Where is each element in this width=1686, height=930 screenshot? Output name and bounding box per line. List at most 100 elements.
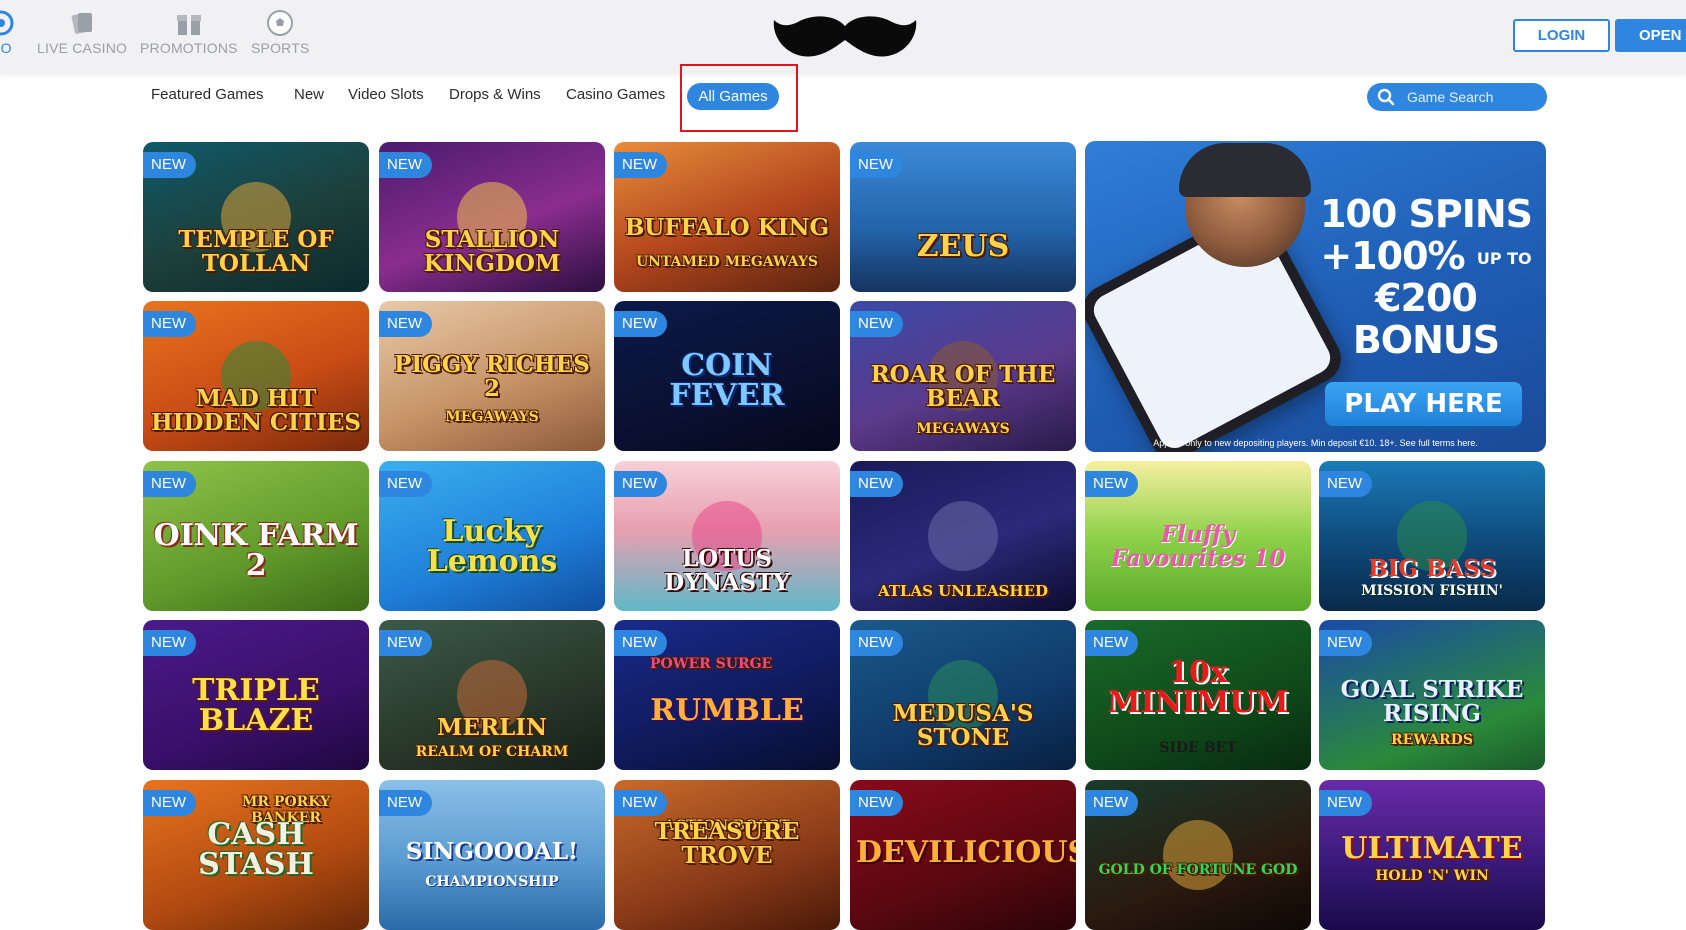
game-title: DEVILICIOUS	[856, 835, 1076, 870]
new-badge: NEW	[850, 630, 903, 656]
game-subtitle: MEGAWAYS	[916, 421, 1010, 437]
game-title: Fluffy Favourites 10	[1110, 521, 1286, 572]
game-tile-ultimate-hold-n-win[interactable]: NEW ULTIMATE HOLD 'N' WIN	[1319, 780, 1545, 930]
promo-banner[interactable]: 100 SPINS +100% UP TO €200 BONUS PLAY HE…	[1085, 141, 1546, 452]
new-badge: NEW	[1085, 790, 1138, 816]
tab-video-slots[interactable]: Video Slots	[348, 86, 424, 106]
nav-sports-label: SPORTS	[251, 40, 310, 56]
game-title: STALLION KINGDOM	[423, 226, 561, 277]
new-badge: NEW	[614, 790, 667, 816]
game-title: TEMPLE OF TOLLAN	[178, 226, 334, 277]
game-title: SINGOOOAL!	[405, 838, 579, 865]
new-badge: NEW	[850, 152, 903, 178]
game-title: 10x MINIMUM	[1107, 655, 1289, 720]
mascot-hat-image	[1179, 143, 1311, 197]
new-badge: NEW	[1319, 790, 1372, 816]
game-subtitle: UNTAMED MEGAWAYS	[635, 254, 819, 270]
game-title: COIN FEVER	[669, 348, 785, 413]
game-title: MAD HIT HIDDEN CITIES	[150, 385, 362, 436]
new-badge: NEW	[850, 311, 903, 337]
game-tile-hidden-cities[interactable]: NEW MAD HIT HIDDEN CITIES	[143, 301, 369, 451]
game-tile-piggy-riches[interactable]: NEW PIGGY RICHES 2 MEGAWAYS	[379, 301, 605, 451]
game-tile-big-bass-mission-fishin[interactable]: NEW BIG BASS MISSION FISHIN'	[1319, 461, 1545, 611]
game-tile-lotus-dynasty[interactable]: NEW LOTUS DYNASTY	[614, 461, 840, 611]
game-subtitle: REALM OF CHARM	[415, 744, 569, 760]
game-tile-fluffy-favourites[interactable]: NEW Fluffy Favourites 10	[1085, 461, 1311, 611]
game-title: ATLAS UNLEASHED	[877, 582, 1049, 600]
game-tile-singoooal[interactable]: NEW SINGOOOAL! CHAMPIONSHIP	[379, 780, 605, 930]
nav-sports[interactable]: SPORTS	[251, 8, 310, 66]
new-badge: NEW	[143, 790, 196, 816]
top-header: NO LIVE CASINO PROMOTIONS SPORTS LOGIN O…	[0, 0, 1686, 74]
game-tile-oink-farm-2[interactable]: NEW OINK FARM 2	[143, 461, 369, 611]
game-title: TREASURE TROVE	[654, 818, 800, 869]
game-title: ROAR OF THE BEAR	[870, 361, 1056, 412]
game-tile-cash-stash[interactable]: NEW MR PORKY BANKER CASH STASH	[143, 780, 369, 930]
tab-all-games[interactable]: All Games	[687, 83, 779, 110]
tab-drops-wins[interactable]: Drops & Wins	[449, 86, 541, 106]
login-button[interactable]: LOGIN	[1513, 19, 1610, 52]
game-tile-buffalo-king[interactable]: NEW BUFFALO KING UNTAMED MEGAWAYS	[614, 142, 840, 292]
game-tile-coin-fever[interactable]: NEW COIN FEVER	[614, 301, 840, 451]
tab-casino-games[interactable]: Casino Games	[566, 86, 665, 106]
new-badge: NEW	[143, 471, 196, 497]
game-title: TRIPLE BLAZE	[192, 673, 320, 738]
tab-featured-games[interactable]: Featured Games	[151, 86, 264, 106]
game-title: Lucky Lemons	[426, 514, 558, 579]
game-tile-medusas-stone[interactable]: NEW MEDUSA'S STONE	[850, 620, 1076, 770]
game-tile-goal-strike-rising[interactable]: NEW GOAL STRIKE RISING REWARDS	[1319, 620, 1545, 770]
nav-casino[interactable]: NO	[0, 8, 16, 66]
nav-live-casino[interactable]: LIVE CASINO	[37, 8, 127, 66]
tab-new[interactable]: New	[294, 86, 324, 106]
game-tile-devilicious[interactable]: NEW DEVILICIOUS	[850, 780, 1076, 930]
game-title: MEDUSA'S STONE	[892, 700, 1034, 751]
game-search[interactable]	[1367, 83, 1547, 111]
new-badge: NEW	[379, 790, 432, 816]
play-here-button[interactable]: PLAY HERE	[1325, 382, 1522, 426]
game-tile-merlin[interactable]: NEW MERLIN REALM OF CHARM	[379, 620, 605, 770]
game-tile-zeus[interactable]: NEW ZEUS	[850, 142, 1076, 292]
casino-chip-icon	[0, 10, 14, 36]
new-badge: NEW	[143, 630, 196, 656]
game-title: CASH STASH	[198, 817, 314, 882]
nav-promotions[interactable]: PROMOTIONS	[140, 8, 238, 66]
game-tile-roar-of-the-bear[interactable]: NEW ROAR OF THE BEAR MEGAWAYS	[850, 301, 1076, 451]
new-badge: NEW	[614, 630, 667, 656]
game-title: LOTUS DYNASTY	[664, 545, 790, 596]
game-title: BIG BASS	[1368, 555, 1496, 582]
game-tile-temple-of-tollan[interactable]: NEW TEMPLE OF TOLLAN	[143, 142, 369, 292]
game-tile-triple-blaze[interactable]: NEW TRIPLE BLAZE	[143, 620, 369, 770]
game-tile-power-surge-rumble[interactable]: NEW POWER SURGE RUMBLE	[614, 620, 840, 770]
new-badge: NEW	[1085, 471, 1138, 497]
promo-terms[interactable]: Applies only to new depositing players. …	[1085, 438, 1546, 448]
new-badge: NEW	[614, 311, 667, 337]
game-subtitle: HOLD 'N' WIN	[1375, 868, 1489, 884]
search-input[interactable]	[1407, 89, 1537, 105]
new-badge: NEW	[614, 152, 667, 178]
nav-live-casino-label: LIVE CASINO	[37, 40, 128, 56]
promo-line2: +100%	[1320, 234, 1465, 278]
game-title: RUMBLE	[650, 693, 804, 728]
promo-line4: BONUS	[1352, 318, 1500, 362]
soccer-ball-icon	[267, 10, 294, 36]
game-tile-atlas-unleashed[interactable]: NEW ATLAS UNLEASHED	[850, 461, 1076, 611]
new-badge: NEW	[1319, 630, 1372, 656]
game-tile-lucky-lemons[interactable]: NEW Lucky Lemons	[379, 461, 605, 611]
game-tile-gold-of-fortune-god[interactable]: NEW GOLD OF FORTUNE GOD	[1085, 780, 1311, 930]
new-badge: NEW	[379, 471, 432, 497]
mustache-logo[interactable]	[772, 12, 918, 60]
game-title: ULTIMATE	[1341, 831, 1523, 866]
new-badge: NEW	[850, 790, 903, 816]
game-title: MERLIN	[436, 714, 548, 741]
game-title: PIGGY RICHES 2	[394, 351, 590, 402]
open-account-button[interactable]: OPEN A	[1615, 19, 1686, 52]
game-title: BUFFALO KING	[624, 214, 830, 241]
nav-promotions-label: PROMOTIONS	[140, 40, 238, 56]
game-subtitle: POWER SURGE	[650, 656, 773, 672]
nav-casino-label: NO	[0, 40, 12, 56]
game-tile-10x-minimum[interactable]: NEW 10x MINIMUM SIDE BET	[1085, 620, 1311, 770]
game-tile-stallion-kingdom[interactable]: NEW STALLION KINGDOM	[379, 142, 605, 292]
game-subtitle: MISSION FISHIN'	[1361, 583, 1503, 599]
game-tile-treasure-trove[interactable]: NEW ACTION BOOST TREASURE TROVE	[614, 780, 840, 930]
game-subtitle: CHAMPIONSHIP	[425, 874, 559, 890]
